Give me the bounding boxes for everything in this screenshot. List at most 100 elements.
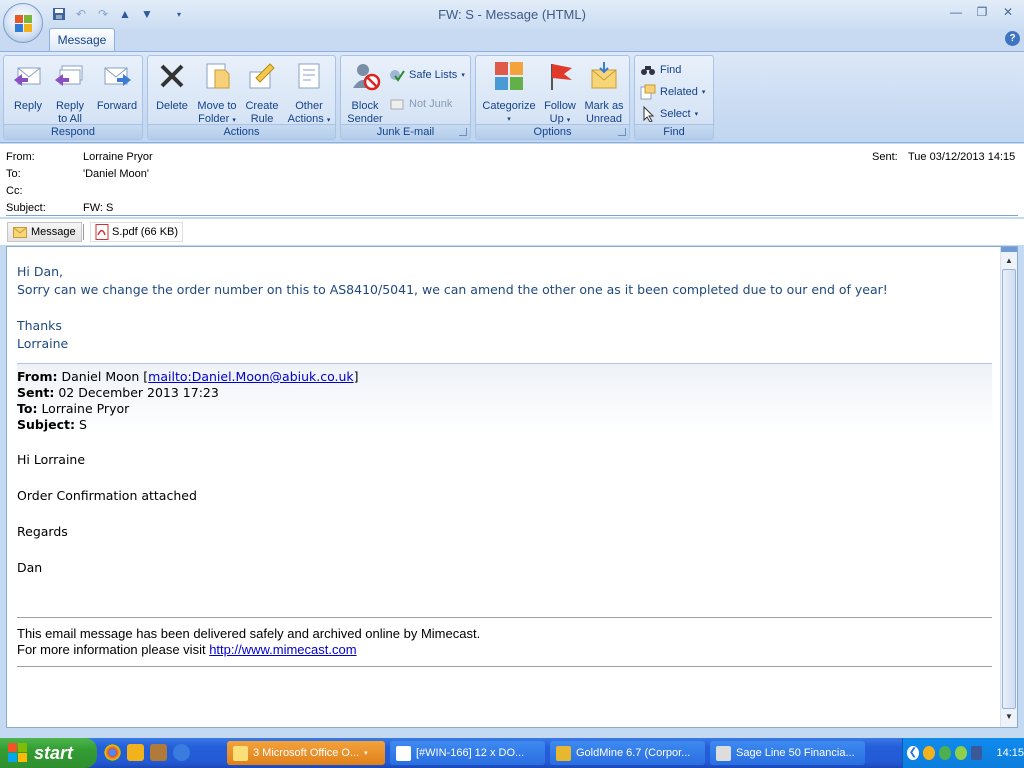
cc-label: Cc: (6, 185, 23, 197)
scroll-up-icon[interactable]: ▲ (1001, 253, 1017, 269)
office-logo-icon (15, 15, 33, 33)
clock: 14:15 (996, 747, 1024, 759)
safe-lists-icon (390, 70, 405, 82)
folder-move-icon (206, 63, 230, 89)
group-actions: Delete Move to Folder ▾ Create Rule Other A… (147, 55, 336, 140)
group-label-respond: Respond (4, 124, 142, 139)
not-junk-button[interactable]: Not Junk (389, 95, 452, 113)
pdf-icon (95, 224, 109, 240)
task-outlook[interactable]: 3 Microsoft Office O... ▾ (227, 741, 385, 765)
follow-up-button[interactable]: Follow Up ▾ (540, 60, 580, 127)
attachment-pdf[interactable]: S.pdf (66 KB) (90, 222, 184, 242)
task-sage[interactable]: Sage Line 50 Financia... (710, 741, 865, 765)
subject-label: Subject: (6, 202, 46, 214)
orig-sent-line: Sent: 02 December 2013 17:23 (17, 385, 219, 400)
start-button[interactable]: start (0, 738, 97, 768)
browser-quicklaunch-icon[interactable] (173, 744, 190, 761)
group-respond: Reply Reply to All Forward Respond (3, 55, 143, 140)
tray-outlook-icon[interactable] (922, 746, 935, 760)
delete-button[interactable]: Delete (152, 60, 192, 113)
group-label-actions: Actions (148, 124, 335, 139)
mimecast-link[interactable]: http://www.mimecast.com (209, 642, 356, 657)
sent-value: Tue 03/12/2013 14:15 (908, 151, 1016, 163)
subject-value: FW: S (83, 202, 114, 214)
group-find: Find Related ▾ Select ▾ Find (634, 55, 714, 140)
tray-network-icon[interactable] (954, 746, 967, 760)
task-goldmine[interactable]: GoldMine 6.7 (Corpor... (550, 741, 705, 765)
move-to-folder-button[interactable]: Move to Folder ▾ (192, 60, 242, 127)
orig-subject-line: Subject: S (17, 417, 87, 432)
other-actions-button[interactable]: Other Actions ▾ (284, 60, 334, 127)
attachment-bar: Message S.pdf (66 KB) (0, 219, 1024, 245)
other-actions-icon (298, 63, 320, 89)
message-header: From: Lorraine Pryor To: 'Daniel Moon' C… (0, 144, 1024, 217)
message-content: Hi Dan, Sorry can we change the order nu… (17, 263, 992, 667)
jira-icon (396, 745, 411, 761)
app-quicklaunch-icon[interactable] (150, 744, 167, 761)
flag-icon (551, 64, 572, 90)
mark-as-unread-button[interactable]: Mark as Unread (582, 60, 626, 126)
orig-name: Dan (17, 560, 43, 575)
not-junk-icon (390, 99, 404, 110)
greeting: Hi Dan, (17, 264, 64, 279)
binoculars-icon (641, 66, 655, 75)
tab-message[interactable]: Message (49, 28, 115, 51)
message-body[interactable]: Hi Dan, Sorry can we change the order nu… (6, 246, 1018, 728)
footer-divider-top (17, 617, 992, 618)
chrome-icon[interactable] (104, 744, 121, 761)
header-divider (6, 215, 1018, 216)
forward-button[interactable]: Forward (94, 60, 140, 113)
quick-launch (104, 744, 190, 761)
find-button[interactable]: Find (640, 61, 681, 79)
system-tray: ❮ 14:15 (902, 738, 1024, 768)
envelope-icon (13, 226, 27, 238)
select-button[interactable]: Select ▾ (640, 105, 698, 123)
block-sender-icon (353, 64, 381, 91)
orig-from-line: From: Daniel Moon [mailto:Daniel.Moon@ab… (17, 369, 359, 384)
from-label: From: (6, 151, 35, 163)
from-value[interactable]: Lorraine Pryor (83, 151, 153, 163)
unread-mail-icon (591, 62, 617, 89)
reply-icon (14, 67, 41, 86)
mailto-link[interactable]: mailto:Daniel.Moon@abiuk.co.uk (148, 369, 354, 384)
orig-body-line: Order Confirmation attached (17, 488, 197, 503)
taskbar: start 3 Microsoft Office O... ▾ [#WIN-166… (0, 738, 1024, 768)
signature: Lorraine (17, 336, 69, 351)
office-button[interactable] (3, 3, 43, 43)
tray-status-icon[interactable] (938, 746, 951, 760)
tray-app-icon[interactable] (970, 746, 983, 760)
forward-icon (104, 67, 131, 86)
ribbon: Reply Reply to All Forward Respond Delete… (0, 51, 1024, 143)
categorize-button[interactable]: Categorize ▾ (480, 60, 538, 126)
reply-button[interactable]: Reply (8, 60, 48, 113)
sent-label: Sent: (872, 151, 898, 163)
cursor-icon (643, 106, 655, 122)
task-jira[interactable]: [#WIN-166] 12 x DO... (390, 741, 545, 765)
scroll-down-icon[interactable]: ▼ (1001, 709, 1017, 725)
tray-expand-icon[interactable]: ❮ (907, 746, 919, 760)
junk-dialog-launcher-icon[interactable] (459, 128, 467, 136)
to-value[interactable]: 'Daniel Moon' (83, 168, 149, 180)
footer-divider-bottom (17, 666, 992, 667)
block-sender-button[interactable]: Block Sender (343, 60, 387, 126)
restore-icon[interactable]: ❐ (972, 4, 992, 20)
close-icon[interactable]: ✕ (998, 4, 1018, 20)
group-label-options: Options (476, 124, 629, 139)
scrollbar-marker (1001, 247, 1017, 252)
message-view-button[interactable]: Message (7, 222, 82, 242)
related-button[interactable]: Related ▾ (640, 83, 705, 101)
minimize-icon[interactable]: — (946, 4, 966, 20)
group-options: Categorize ▾ Follow Up ▾ Mark as Unread Opt… (475, 55, 630, 140)
options-dialog-launcher-icon[interactable] (618, 128, 626, 136)
reply-all-button[interactable]: Reply to All (50, 60, 90, 126)
title-bar: ↶ ↷ ▲ ▼ ▾ FW: S - Message (HTML) — ❐ ✕ (0, 0, 1024, 30)
scrollbar-thumb[interactable] (1002, 269, 1016, 709)
rule-icon (249, 63, 275, 89)
safe-lists-button[interactable]: Safe Lists ▾ (389, 66, 465, 84)
create-rule-button[interactable]: Create Rule (242, 60, 282, 126)
vertical-scrollbar[interactable]: ▲ ▼ (1000, 247, 1017, 727)
mimecast-notice: This email message has been delivered sa… (17, 626, 481, 641)
help-icon[interactable]: ? (1005, 31, 1020, 46)
orig-greeting: Hi Lorraine (17, 452, 86, 467)
outlook-quicklaunch-icon[interactable] (127, 744, 144, 761)
